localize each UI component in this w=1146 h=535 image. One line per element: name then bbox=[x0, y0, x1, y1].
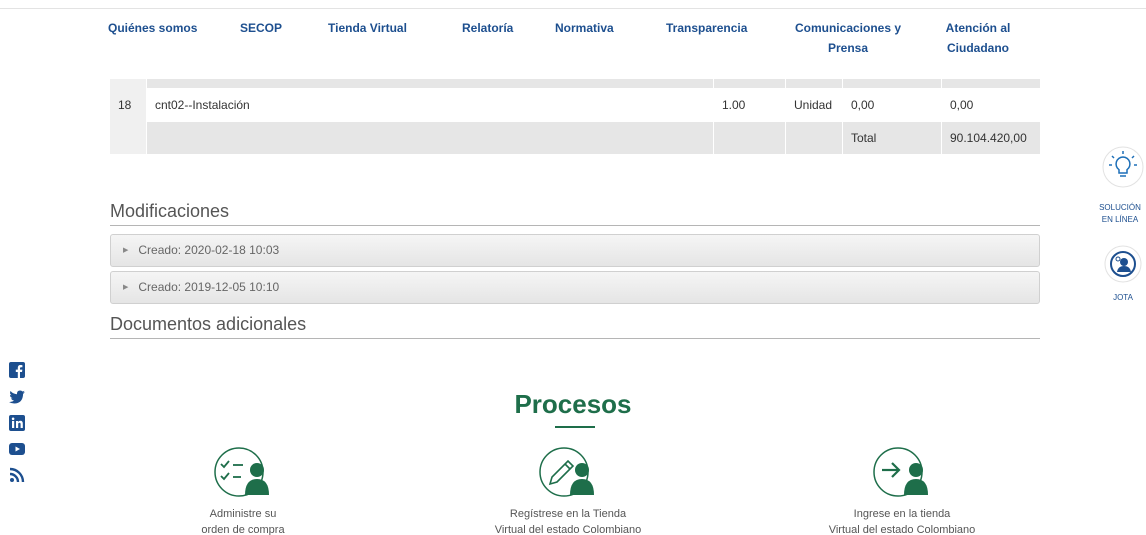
row-description: cnt02--Instalación bbox=[155, 98, 250, 112]
solucion-line2: EN LÍNEA bbox=[1101, 215, 1139, 224]
solucion-line1: SOLUCIÓN bbox=[1099, 203, 1141, 212]
procesos-underline bbox=[555, 426, 595, 428]
lightbulb-icon bbox=[1102, 146, 1144, 188]
modificacion-item[interactable]: ▶ Creado: 2020-02-18 10:03 bbox=[110, 234, 1040, 267]
modificacion-label: Creado: 2020-02-18 10:03 bbox=[138, 243, 280, 257]
caret-right-icon: ▶ bbox=[123, 247, 129, 255]
assistant-avatar-icon bbox=[1104, 245, 1142, 283]
row-total: 0,00 bbox=[950, 98, 974, 112]
top-divider bbox=[0, 8, 1146, 9]
login-user-icon bbox=[873, 447, 928, 497]
nav-comunicaciones-line1: Comunicaciones y bbox=[794, 21, 902, 35]
youtube-icon[interactable] bbox=[8, 440, 26, 458]
table-cell bbox=[110, 122, 146, 154]
caret-right-icon: ▶ bbox=[123, 284, 129, 292]
pencil-user-icon bbox=[539, 447, 594, 497]
solucion-en-linea-label: SOLUCIÓN EN LÍNEA bbox=[1094, 202, 1146, 226]
proceso-label-line2: Virtual del estado Colombiano bbox=[494, 524, 642, 535]
rss-icon[interactable] bbox=[8, 466, 26, 484]
row-number: 18 bbox=[110, 88, 146, 122]
table-cell bbox=[714, 122, 785, 154]
proceso-label-line2: orden de compra bbox=[201, 524, 285, 535]
table-cell bbox=[942, 79, 1040, 88]
twitter-icon[interactable] bbox=[8, 388, 26, 406]
nav-atencion-line2: Ciudadano bbox=[947, 41, 1009, 55]
total-label: Total bbox=[843, 122, 941, 154]
table-total-row: Total 90.104.420,00 bbox=[110, 122, 1040, 154]
proceso-label-line2: Virtual del estado Colombiano bbox=[828, 524, 976, 535]
proceso-ingrese-tienda[interactable]: Ingrese en la tienda Virtual del estado … bbox=[772, 446, 1032, 535]
table-cell bbox=[110, 79, 146, 88]
nav-secop[interactable]: SECOP bbox=[240, 18, 290, 38]
nav-comunicaciones[interactable]: Comunicaciones y Prensa bbox=[788, 18, 908, 58]
modificacion-label: Creado: 2019-12-05 10:10 bbox=[138, 280, 280, 294]
modificaciones-title: Modificaciones bbox=[110, 201, 230, 221]
nav-normativa[interactable]: Normativa bbox=[555, 18, 625, 38]
modificacion-item[interactable]: ▶ Creado: 2019-12-05 10:10 bbox=[110, 271, 1040, 304]
checklist-user-icon bbox=[214, 447, 269, 497]
table-cell bbox=[786, 79, 842, 88]
row-unit-price: 0,00 bbox=[851, 98, 875, 112]
row-quantity: 1.00 bbox=[722, 98, 746, 112]
table-cell bbox=[786, 122, 842, 154]
table-cell bbox=[147, 122, 713, 154]
nav-tienda-virtual[interactable]: Tienda Virtual bbox=[328, 18, 418, 38]
table-cell bbox=[843, 79, 941, 88]
facebook-icon[interactable] bbox=[8, 361, 26, 379]
table-row-partial bbox=[110, 79, 1040, 88]
solucion-en-linea-button[interactable] bbox=[1102, 146, 1144, 188]
section-divider bbox=[110, 225, 1040, 226]
proceso-administre-orden[interactable]: Administre su orden de compra bbox=[113, 446, 373, 535]
main-nav: Quiénes somos SECOP Tienda Virtual Relat… bbox=[0, 18, 1146, 68]
table-cell bbox=[714, 79, 785, 88]
total-value: 90.104.420,00 bbox=[942, 122, 1040, 154]
section-divider bbox=[110, 338, 1040, 339]
proceso-registrese-tienda[interactable]: Regístrese en la Tienda Virtual del esta… bbox=[438, 446, 698, 535]
documentos-title: Documentos adicionales bbox=[110, 314, 307, 334]
proceso-label-line1: Regístrese en la Tienda bbox=[509, 508, 627, 520]
nav-transparencia[interactable]: Transparencia bbox=[666, 18, 756, 38]
nav-comunicaciones-line2: Prensa bbox=[827, 41, 869, 55]
row-unit: Unidad bbox=[794, 98, 833, 112]
table-cell bbox=[147, 79, 713, 88]
jota-label: JOTA bbox=[1113, 293, 1133, 302]
linkedin-icon[interactable] bbox=[8, 414, 26, 432]
procesos-title: Procesos bbox=[514, 389, 632, 419]
nav-relatoria[interactable]: Relatoría bbox=[462, 18, 522, 38]
table-row: 18 cnt02--Instalación 1.00 Unidad 0,00 0… bbox=[110, 88, 1040, 122]
proceso-label-line1: Administre su bbox=[209, 508, 277, 520]
nav-atencion-line1: Atención al bbox=[945, 21, 1011, 35]
jota-assistant-button[interactable] bbox=[1104, 245, 1142, 283]
nav-atencion-ciudadano[interactable]: Atención al Ciudadano bbox=[928, 18, 1028, 58]
nav-quienes-somos[interactable]: Quiénes somos bbox=[108, 18, 198, 38]
proceso-label-line1: Ingrese en la tienda bbox=[853, 508, 951, 520]
